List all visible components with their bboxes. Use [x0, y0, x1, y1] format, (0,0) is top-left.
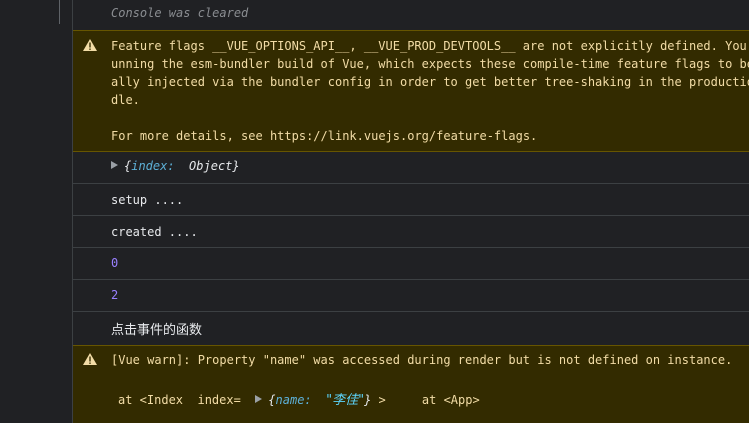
expand-triangle-icon[interactable] — [111, 161, 118, 169]
prop-value: "李佳" — [326, 393, 365, 408]
log-row-two: 2 — [73, 280, 749, 312]
warning-icon — [83, 353, 97, 365]
console-cleared-row: Console was cleared — [73, 0, 749, 31]
prop-key: name: — [275, 393, 312, 407]
log-row-zero: 0 — [73, 248, 749, 280]
console-cleared-text: Console was cleared — [111, 6, 249, 20]
object-log[interactable]: {index: Object} — [111, 159, 240, 173]
warning-details: For more details, see https://link.vuejs… — [111, 129, 537, 143]
log-setup: setup .... — [111, 193, 184, 207]
log-row-setup: setup .... — [73, 184, 749, 216]
vue-warn-row[interactable]: [Vue warn]: Property "name" was accessed… — [73, 345, 749, 423]
warning-line-2: unning the esm-bundler build of Vue, whi… — [111, 57, 749, 71]
left-gutter — [0, 0, 73, 423]
prop-open-brace: { — [268, 393, 276, 407]
prop-close-brace: } — [364, 393, 372, 407]
trace-at-app: at <App> — [421, 393, 480, 407]
log-number-2: 2 — [111, 288, 119, 302]
feature-flags-link[interactable]: https://link.vuejs.org/feature-flags. — [270, 129, 537, 143]
log-row-click-fn: 点击事件的函数 — [73, 312, 749, 345]
vue-warn-message: [Vue warn]: Property "name" was accessed… — [111, 353, 733, 367]
object-log-row[interactable]: {index: Object} — [73, 152, 749, 184]
gutter-marker — [59, 0, 60, 24]
feature-flags-warning-row[interactable]: Feature flags __VUE_OPTIONS_API__, __VUE… — [73, 30, 749, 152]
vue-warn-trace: at <Index index= {name: "李佳"} > at <App> — [118, 389, 480, 408]
log-row-created: created .... — [73, 216, 749, 248]
object-key: index: — [131, 159, 175, 173]
trace-at-index: at <Index index= — [118, 393, 241, 407]
expand-triangle-icon[interactable] — [255, 395, 263, 403]
warning-icon — [83, 39, 97, 51]
warning-line-4: dle. — [111, 93, 140, 107]
warning-line-1: Feature flags __VUE_OPTIONS_API__, __VUE… — [111, 39, 749, 53]
component-close: > — [378, 393, 386, 407]
log-created: created .... — [111, 225, 198, 239]
log-click-function: 点击事件的函数 — [111, 323, 203, 338]
details-prefix: For more details, see — [111, 129, 270, 143]
console-panel[interactable]: Console was cleared Feature flags __VUE_… — [73, 0, 749, 423]
object-close-brace: } — [232, 159, 240, 173]
object-value: Object — [189, 159, 233, 173]
log-number-0: 0 — [111, 256, 119, 270]
warning-line-3: ally injected via the bundler config in … — [111, 75, 749, 89]
